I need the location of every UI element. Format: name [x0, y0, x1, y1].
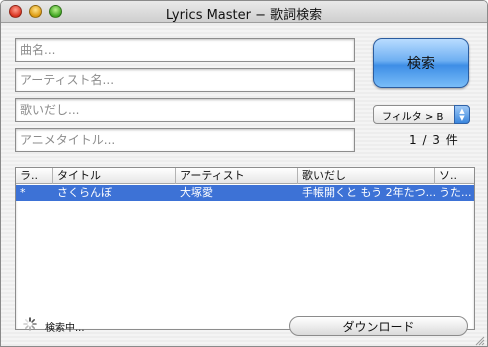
search-button[interactable]: 検索 — [373, 38, 469, 88]
song-title-field[interactable] — [15, 38, 355, 62]
artist-name-field[interactable] — [15, 68, 355, 92]
filter-select[interactable]: フィルタ > B ▲ ▼ — [373, 105, 470, 124]
progress-spinner-icon — [23, 317, 37, 331]
row-title: さくらんぼ — [57, 186, 112, 199]
row-artist: 大塚愛 — [180, 186, 213, 199]
column-header-artist[interactable]: アーティスト — [176, 168, 298, 184]
status-text: 検索中... — [45, 323, 85, 334]
column-header-source[interactable]: ソ.. — [435, 168, 474, 184]
row-marker: * — [20, 186, 26, 199]
window-title: Lyrics Master − 歌詞検索 — [165, 8, 323, 23]
column-header-marker[interactable]: ラ.. — [16, 168, 53, 184]
result-count: 1 / 3 件 — [409, 133, 459, 147]
download-button[interactable]: ダウンロード — [289, 316, 468, 336]
app-window: Lyrics Master − 歌詞検索 検索 フィルタ > B ▲▼ 1 / … — [0, 0, 488, 347]
lyrics-start-field[interactable] — [15, 98, 355, 122]
results-table: ラ.. タイトル アーティスト 歌いだし ソ.. * さくらんぼ 大塚愛 手帳開… — [15, 167, 475, 330]
window-content: 検索 フィルタ > B ▲▼ 1 / 3 件 ラ.. タイトル アーティスト 歌… — [1, 24, 487, 346]
table-row[interactable]: * さくらんぼ 大塚愛 手帳開くと もう 2年たつ... うた... — [16, 185, 474, 201]
anime-title-field[interactable] — [15, 128, 355, 152]
filter-selected-value: フィルタ > B — [382, 112, 444, 123]
column-header-title[interactable]: タイトル — [53, 168, 176, 184]
resize-grip-icon[interactable] — [474, 335, 485, 346]
title-bar[interactable]: Lyrics Master − 歌詞検索 — [1, 1, 487, 23]
select-arrows-icon: ▲ ▼ — [454, 105, 470, 124]
row-lyrics-start: 手帳開くと もう 2年たつ... — [302, 186, 435, 199]
row-source: うた... — [439, 186, 472, 199]
table-header: ラ.. タイトル アーティスト 歌いだし ソ.. — [16, 168, 474, 184]
column-header-lyrics-start[interactable]: 歌いだし — [298, 168, 435, 184]
